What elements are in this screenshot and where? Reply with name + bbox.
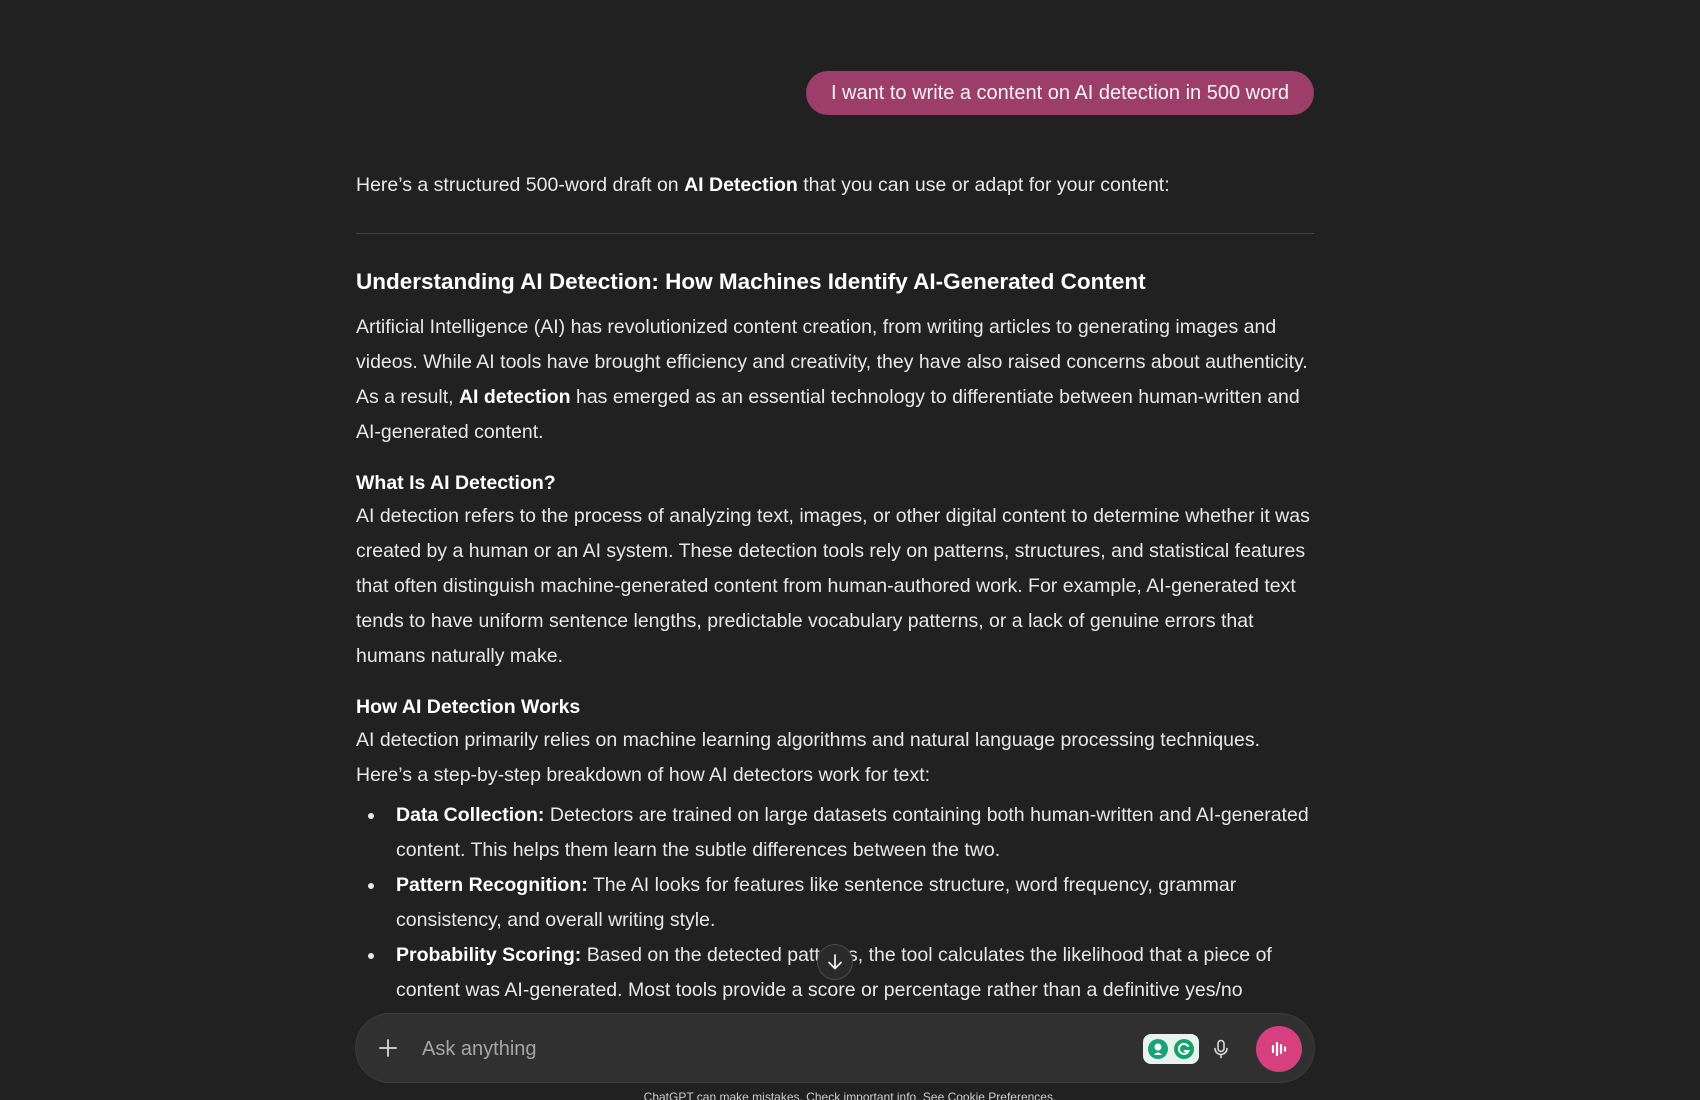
user-message-text: I want to write a content on AI detectio… [830,82,1289,104]
article-title: Understanding AI Detection: How Machines… [356,269,1146,294]
attach-button[interactable] [370,1030,406,1066]
response-intro: Here’s a structured 500-word draft on AI… [356,168,1314,203]
chat-page: I want to write a content on AI detectio… [0,0,1700,1100]
extension-icon [1148,1039,1168,1059]
plus-icon [379,1039,397,1057]
user-message-bubble: I want to write a content on AI detectio… [805,71,1314,115]
intro-text-end: that you can use or adapt for your conte… [797,174,1170,196]
bullet-dot [368,813,374,819]
bullet-dot [368,953,374,959]
list-item-label: Pattern Recognition: [396,874,588,896]
section-heading-how-it-works: How AI Detection Works [356,696,581,718]
intro-bold: AI Detection [684,174,798,196]
microphone-icon [1214,1039,1228,1059]
list-item: Data Collection: Detectors are trained o… [356,798,1314,868]
section-heading-what-is: What Is AI Detection? [356,472,556,494]
scroll-to-bottom-button[interactable] [817,944,853,980]
list-item-label: Data Collection: [396,804,545,826]
paragraph-bold: AI detection [458,386,571,408]
arrow-down-icon [828,954,842,970]
footer-disclaimer: ChatGPT can make mistakes. Check importa… [643,1090,1057,1100]
message-composer [356,1014,1314,1082]
list-item: Pattern Recognition: The AI looks for fe… [356,868,1314,938]
prompt-input[interactable] [420,1031,964,1067]
divider [356,233,1314,234]
voice-mode-button[interactable] [1256,1026,1302,1072]
voice-waveform-icon [1271,1041,1287,1057]
section-body-what-is: AI detection refers to the process of an… [356,505,1310,667]
assistant-response: Here’s a structured 500-word draft on AI… [356,168,1314,1008]
list-item-label: Probability Scoring: [396,944,582,966]
bullet-dot [368,883,374,889]
dictate-button[interactable] [1206,1034,1236,1064]
section-body-how-it-works: AI detection primarily relies on machine… [356,729,1261,786]
grammarly-icon [1174,1039,1194,1059]
intro-paragraph: Artificial Intelligence (AI) has revolut… [356,310,1314,450]
extension-icons[interactable] [1143,1034,1199,1064]
intro-text: Here’s a structured 500-word draft on [356,174,685,196]
